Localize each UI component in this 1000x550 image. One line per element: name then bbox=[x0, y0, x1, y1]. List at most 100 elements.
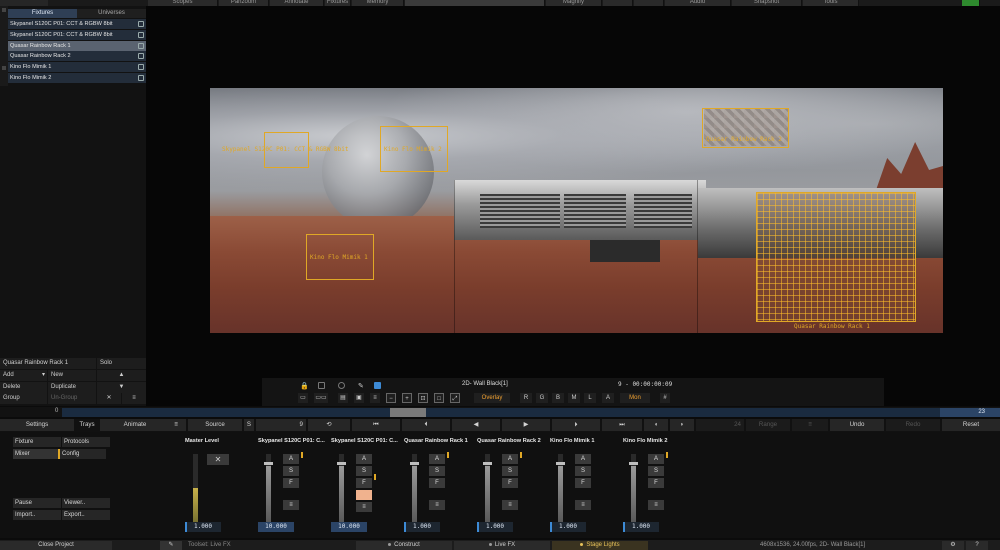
channel-value[interactable]: 1.000 bbox=[623, 522, 659, 532]
export-button[interactable]: Export.. bbox=[62, 510, 110, 520]
skip-end-icon[interactable]: ⏭ bbox=[602, 419, 642, 431]
mon-toggle[interactable]: Mon bbox=[620, 393, 650, 403]
step-back-icon[interactable]: ⏴ bbox=[402, 419, 450, 431]
group-button[interactable]: Group bbox=[0, 393, 47, 405]
zoom-fit-icon[interactable]: ⊡ bbox=[418, 393, 428, 403]
fixture-tab[interactable]: Fixture bbox=[13, 437, 61, 447]
auto-button[interactable]: A bbox=[283, 454, 299, 464]
duplicate-button[interactable]: Duplicate bbox=[48, 381, 96, 393]
solo-button[interactable]: S bbox=[575, 466, 591, 476]
play-icon[interactable]: ▶ bbox=[502, 419, 550, 431]
scroll-up-icon[interactable] bbox=[2, 8, 6, 12]
list-item[interactable]: Skypanel S120C P01: CCT & RGBW 8bit bbox=[8, 29, 146, 40]
delete-button[interactable]: Delete bbox=[0, 381, 47, 393]
link-icon[interactable] bbox=[318, 382, 325, 389]
auto-button[interactable]: A bbox=[356, 454, 372, 464]
list-icon[interactable]: ≡ bbox=[370, 393, 380, 403]
layout-single-icon[interactable]: ▭ bbox=[298, 393, 308, 403]
channel-value[interactable]: 1.000 bbox=[550, 522, 586, 532]
zoom-actual-icon[interactable]: □ bbox=[434, 393, 444, 403]
solo-button[interactable]: S bbox=[648, 466, 664, 476]
range-menu-icon[interactable]: ≡ bbox=[792, 419, 828, 431]
move-down-button[interactable]: ▼ bbox=[97, 381, 146, 393]
close-project-button[interactable]: Close Project bbox=[0, 541, 112, 550]
solo-button[interactable]: S bbox=[283, 466, 299, 476]
list-item[interactable]: Kino Flo Mimik 1 bbox=[8, 62, 146, 73]
animate-button[interactable]: Animate bbox=[100, 419, 170, 431]
construct-tab[interactable]: Construct bbox=[356, 541, 452, 550]
viewer-button[interactable]: Viewer.. bbox=[62, 498, 110, 508]
new-button[interactable]: New bbox=[48, 369, 96, 381]
list-item-selected[interactable]: Quasar Rainbow Rack 1 bbox=[8, 40, 146, 51]
fader-knob[interactable] bbox=[410, 462, 419, 465]
timeline-track[interactable] bbox=[62, 408, 940, 417]
live-fx-tab[interactable]: Live FX bbox=[454, 541, 550, 550]
channel-fader[interactable] bbox=[483, 454, 492, 526]
play-reverse-icon[interactable]: ◀ bbox=[452, 419, 500, 431]
undo-button[interactable]: Undo bbox=[830, 419, 884, 431]
scene-canvas[interactable]: Skypanel S120C P01: CCT & RGBW 8bit Kino… bbox=[210, 88, 943, 333]
auto-button[interactable]: A bbox=[575, 454, 591, 464]
loop-icon[interactable]: ⟲ bbox=[308, 419, 350, 431]
stage-lights-tab[interactable]: Stage Lights bbox=[552, 541, 648, 550]
channel-g[interactable]: G bbox=[536, 393, 548, 403]
timeline-playhead[interactable] bbox=[390, 408, 426, 417]
freeze-button[interactable]: F bbox=[356, 478, 372, 488]
help-button[interactable]: ? bbox=[966, 541, 988, 550]
zoom-in-icon[interactable]: + bbox=[402, 393, 412, 403]
reset-button[interactable]: Reset bbox=[942, 419, 1000, 431]
timeline-end[interactable]: 23 bbox=[940, 408, 1000, 417]
mixer-tab[interactable]: Mixer bbox=[13, 449, 61, 459]
channel-fader[interactable] bbox=[556, 454, 565, 526]
move-up-button[interactable]: ▲ bbox=[97, 369, 146, 381]
list-menu-button[interactable]: ≡ bbox=[122, 393, 146, 405]
channel-menu-button[interactable]: ≡ bbox=[356, 502, 372, 512]
overlay-toggle[interactable]: Overlay bbox=[474, 393, 510, 403]
config-tab[interactable]: Config bbox=[58, 449, 106, 459]
channel-a[interactable]: A bbox=[602, 393, 614, 403]
auto-button[interactable]: A bbox=[429, 454, 445, 464]
freeze-button[interactable]: F bbox=[283, 478, 299, 488]
skip-start-icon[interactable]: ⏮ bbox=[352, 419, 400, 431]
color-swatch-button[interactable] bbox=[356, 490, 372, 500]
clear-button[interactable]: ✕ bbox=[97, 393, 121, 405]
scroll-down-icon[interactable] bbox=[2, 66, 6, 70]
rotate-icon[interactable]: ⤢ bbox=[450, 393, 460, 403]
pause-button[interactable]: Pause bbox=[13, 498, 61, 508]
range-button[interactable]: Range bbox=[746, 419, 790, 431]
trays-button[interactable]: Trays bbox=[75, 419, 99, 431]
solo-button[interactable]: S bbox=[502, 466, 518, 476]
zoom-out-icon[interactable]: − bbox=[386, 393, 396, 403]
channel-l[interactable]: L bbox=[584, 393, 596, 403]
solo-button[interactable]: Solo bbox=[97, 358, 146, 369]
freeze-button[interactable]: F bbox=[648, 478, 664, 488]
lock-icon[interactable]: 🔒 bbox=[300, 382, 309, 390]
channel-value[interactable]: 10.000 bbox=[331, 522, 367, 532]
fader-knob[interactable] bbox=[556, 462, 565, 465]
tab-fixtures[interactable]: Fixtures bbox=[8, 9, 77, 18]
channel-r[interactable]: R bbox=[520, 393, 532, 403]
auto-button[interactable]: A bbox=[502, 454, 518, 464]
fader-knob[interactable] bbox=[629, 462, 638, 465]
list-item[interactable]: Skypanel S120C P01: CCT & RGBW 8bit bbox=[8, 19, 146, 29]
grid-hash-icon[interactable]: # bbox=[660, 393, 670, 403]
master-close-icon[interactable]: ✕ bbox=[207, 454, 229, 465]
channel-menu-button[interactable]: ≡ bbox=[648, 500, 664, 510]
fader-knob[interactable] bbox=[483, 462, 492, 465]
master-value[interactable]: 1.000 bbox=[185, 522, 221, 532]
source-menu-icon[interactable]: ≡ bbox=[166, 419, 186, 431]
redo-button[interactable]: Redo bbox=[886, 419, 940, 431]
channel-b[interactable]: B bbox=[552, 393, 564, 403]
pen-icon[interactable]: ✎ bbox=[358, 382, 365, 390]
channel-menu-button[interactable]: ≡ bbox=[575, 500, 591, 510]
monitor-icon[interactable]: ▣ bbox=[354, 393, 364, 403]
channel-fader[interactable] bbox=[629, 454, 638, 526]
selected-fixture-name[interactable]: Quasar Rainbow Rack 1 bbox=[0, 358, 96, 369]
ungroup-button[interactable]: Un-Group bbox=[48, 393, 96, 405]
import-button[interactable]: Import.. bbox=[13, 510, 61, 520]
master-fader[interactable] bbox=[193, 454, 198, 526]
wrench-icon[interactable]: ✎ bbox=[160, 541, 182, 550]
gear-icon[interactable]: ⚙ bbox=[942, 541, 964, 550]
film-icon[interactable]: ▤ bbox=[338, 393, 348, 403]
channel-fader[interactable] bbox=[264, 454, 273, 526]
